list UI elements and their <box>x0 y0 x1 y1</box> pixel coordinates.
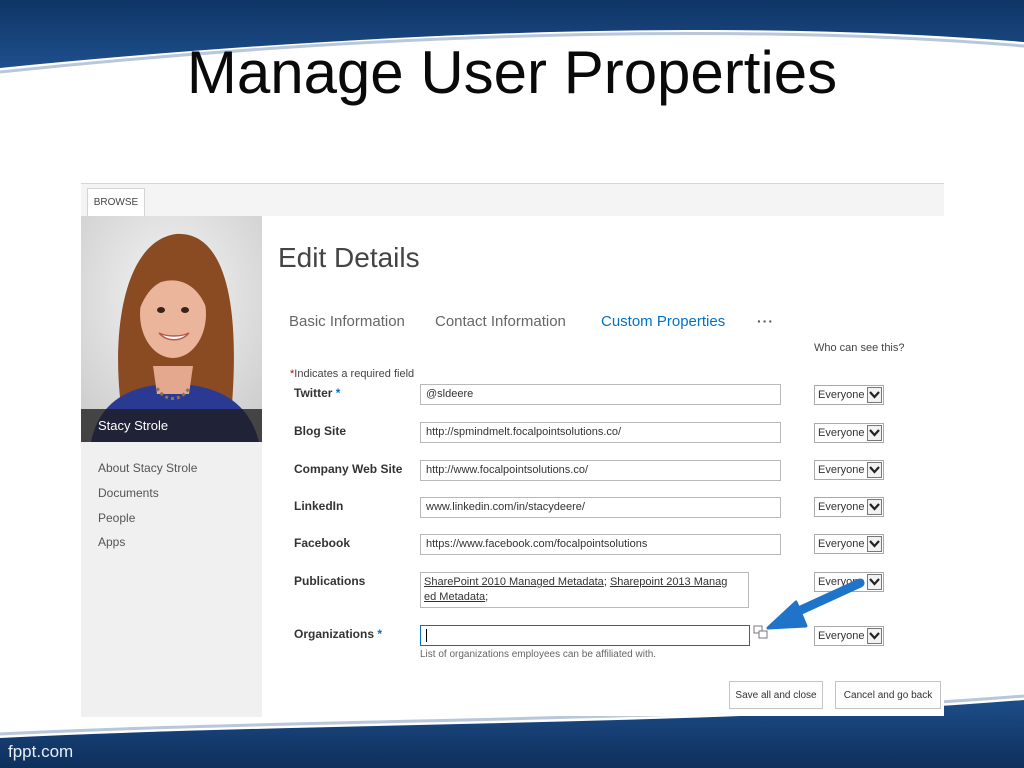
publications-label: Publications <box>294 574 366 588</box>
blog-site-field[interactable]: http://spmindmelt.focalpointsolutions.co… <box>420 422 781 443</box>
twitter-label: Twitter * <box>294 386 340 400</box>
chevron-down-icon <box>867 574 882 590</box>
text-cursor <box>426 629 427 642</box>
chevron-down-icon <box>867 628 882 644</box>
organizations-visibility-select[interactable]: Everyone <box>814 626 884 646</box>
tab-contact-information[interactable]: Contact Information <box>435 313 566 330</box>
chevron-down-icon <box>867 425 882 441</box>
company-web-site-visibility-value: Everyone <box>818 464 865 476</box>
facebook-visibility-value: Everyone <box>818 538 865 550</box>
save-all-and-close-button[interactable]: Save all and close <box>729 681 823 709</box>
more-tabs-button[interactable]: ··· <box>757 313 774 329</box>
organizations-label: Organizations * <box>294 627 382 641</box>
facebook-visibility-select[interactable]: Everyone <box>814 534 884 554</box>
nav-people[interactable]: People <box>98 511 135 525</box>
organizations-field[interactable] <box>420 625 750 646</box>
chevron-down-icon <box>867 499 882 515</box>
company-web-site-visibility-select[interactable]: Everyone <box>814 460 884 480</box>
publication-term-continued[interactable]: ed Metadata <box>424 591 485 603</box>
profile-name: Stacy Strole <box>81 409 262 442</box>
browse-tab[interactable]: BROWSE <box>87 188 145 216</box>
publications-visibility-value: Everyone <box>818 576 865 588</box>
facebook-label: Facebook <box>294 536 351 550</box>
publications-visibility-select[interactable]: Everyone <box>814 572 884 592</box>
publications-field[interactable]: SharePoint 2010 Managed Metadata; Sharep… <box>420 572 749 608</box>
linkedin-visibility-value: Everyone <box>818 501 865 513</box>
linkedin-field[interactable]: www.linkedin.com/in/stacydeere/ <box>420 497 781 518</box>
organizations-helper-text: List of organizations employees can be a… <box>420 649 657 660</box>
slide-title: Manage User Properties <box>186 39 838 106</box>
tab-custom-properties[interactable]: Custom Properties <box>601 313 725 330</box>
company-web-site-label: Company Web Site <box>294 462 403 476</box>
publication-term[interactable]: Sharepoint 2013 Manag <box>610 576 727 588</box>
blog-site-label: Blog Site <box>294 424 347 438</box>
twitter-visibility-select[interactable]: Everyone <box>814 385 884 405</box>
organizations-label-text: Organizations <box>294 627 375 641</box>
nav-apps[interactable]: Apps <box>98 535 125 549</box>
chevron-down-icon <box>867 387 882 403</box>
chevron-down-icon <box>867 536 882 552</box>
left-column: Stacy Strole About Stacy Strole Document… <box>81 216 262 717</box>
twitter-label-text: Twitter <box>294 386 333 400</box>
organizations-required-mark: * <box>377 627 383 641</box>
ribbon: BROWSE <box>81 184 944 216</box>
twitter-visibility-value: Everyone <box>818 389 865 401</box>
required-note: *Indicates a required field <box>290 368 414 380</box>
twitter-field[interactable]: @sldeere <box>420 384 781 405</box>
tab-basic-information[interactable]: Basic Information <box>289 313 405 330</box>
publication-term[interactable]: SharePoint 2010 Managed Metadata <box>424 576 604 588</box>
footer-brand: fppt.com <box>8 742 74 761</box>
nav-about[interactable]: About Stacy Strole <box>98 461 197 475</box>
linkedin-label: LinkedIn <box>294 499 344 513</box>
visibility-header: Who can see this? <box>814 342 905 354</box>
chevron-down-icon <box>867 462 882 478</box>
blog-site-visibility-value: Everyone <box>818 427 865 439</box>
publication-separator: ; <box>485 591 489 603</box>
required-note-text: Indicates a required field <box>294 368 415 380</box>
facebook-field[interactable]: https://www.facebook.com/focalpointsolut… <box>420 534 781 555</box>
page-title: Edit Details <box>278 242 420 273</box>
sharepoint-screenshot: BROWSE Stacy Strole About Stacy Strole D… <box>81 183 944 717</box>
company-web-site-field[interactable]: http://www.focalpointsolutions.co/ <box>420 460 781 481</box>
linkedin-visibility-select[interactable]: Everyone <box>814 497 884 517</box>
twitter-required-mark: * <box>335 386 341 400</box>
organizations-visibility-value: Everyone <box>818 630 865 642</box>
address-book-icon[interactable] <box>753 625 769 641</box>
blog-site-visibility-select[interactable]: Everyone <box>814 423 884 443</box>
nav-documents[interactable]: Documents <box>98 486 159 500</box>
cancel-and-go-back-button[interactable]: Cancel and go back <box>835 681 941 709</box>
